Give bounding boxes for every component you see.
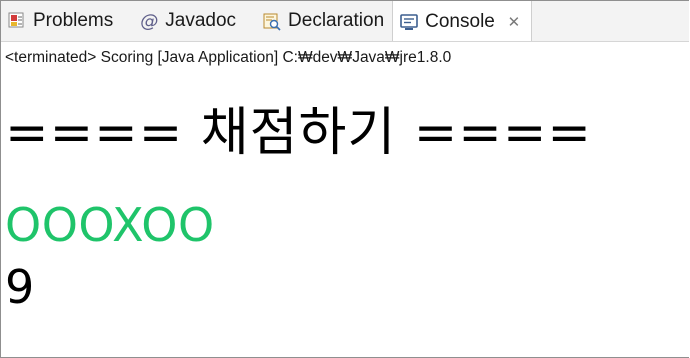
console-line-title: ==== 채점하기 ==== bbox=[5, 103, 592, 163]
console-icon bbox=[399, 12, 419, 32]
tab-declaration-label: Declaration bbox=[288, 10, 385, 31]
tab-declaration[interactable]: Declaration bbox=[256, 1, 392, 41]
console-view: Problems @ Javadoc Declaration Console ✕… bbox=[0, 0, 689, 358]
view-tab-bar: Problems @ Javadoc Declaration Console ✕ bbox=[1, 1, 689, 42]
tab-console[interactable]: Console ✕ bbox=[392, 1, 532, 41]
tab-spacer bbox=[121, 1, 133, 41]
tab-problems[interactable]: Problems bbox=[1, 1, 121, 41]
tab-javadoc-label: Javadoc bbox=[165, 10, 237, 31]
at-icon: @ bbox=[140, 10, 159, 32]
console-output[interactable]: ==== 채점하기 ==== OOOXOO 9 bbox=[1, 73, 689, 357]
declaration-icon bbox=[262, 11, 282, 31]
tab-spacer bbox=[244, 1, 256, 41]
tab-problems-label: Problems bbox=[33, 10, 114, 31]
close-icon[interactable]: ✕ bbox=[505, 13, 523, 31]
console-line-score: 9 bbox=[5, 260, 35, 314]
process-status-line: <terminated> Scoring [Java Application] … bbox=[5, 49, 452, 66]
problems-icon bbox=[7, 11, 27, 31]
tab-console-label: Console bbox=[425, 10, 495, 32]
console-line-answers: OOOXOO bbox=[5, 198, 215, 252]
tab-javadoc[interactable]: @ Javadoc bbox=[133, 1, 244, 41]
